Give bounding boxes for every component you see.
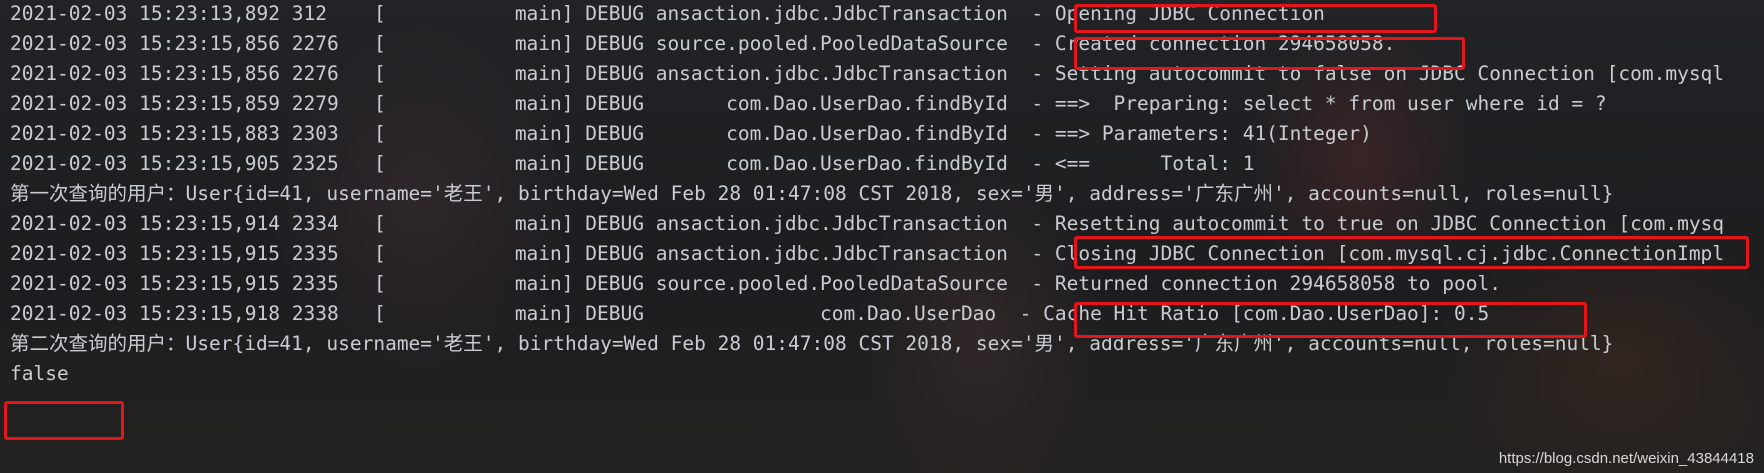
log-line: 2021-02-03 15:23:15,856 2276 [ main] DEB…	[10, 32, 1396, 55]
log-line: 2021-02-03 15:23:15,915 2335 [ main] DEB…	[10, 242, 1725, 265]
output-line: 第二次查询的用户：User{id=41, username='老王', birt…	[10, 332, 1614, 355]
log-line: 2021-02-03 15:23:15,856 2276 [ main] DEB…	[10, 62, 1725, 85]
log-line: 2021-02-03 15:23:15,883 2303 [ main] DEB…	[10, 122, 1372, 145]
output-line: 第一次查询的用户：User{id=41, username='老王', birt…	[10, 182, 1614, 205]
console-output: 2021-02-03 15:23:13,892 312 [ main] DEBU…	[0, 0, 1764, 473]
log-line: 2021-02-03 15:23:15,918 2338 [ main] DEB…	[10, 302, 1490, 325]
watermark-text: https://blog.csdn.net/weixin_43844418	[1498, 450, 1754, 467]
log-line: 2021-02-03 15:23:13,892 312 [ main] DEBU…	[10, 2, 1325, 25]
output-line: false	[10, 362, 69, 385]
log-line: 2021-02-03 15:23:15,905 2325 [ main] DEB…	[10, 152, 1255, 175]
log-line: 2021-02-03 15:23:15,914 2334 [ main] DEB…	[10, 212, 1725, 235]
log-line: 2021-02-03 15:23:15,859 2279 [ main] DEB…	[10, 92, 1607, 115]
log-line: 2021-02-03 15:23:15,915 2335 [ main] DEB…	[10, 272, 1501, 295]
